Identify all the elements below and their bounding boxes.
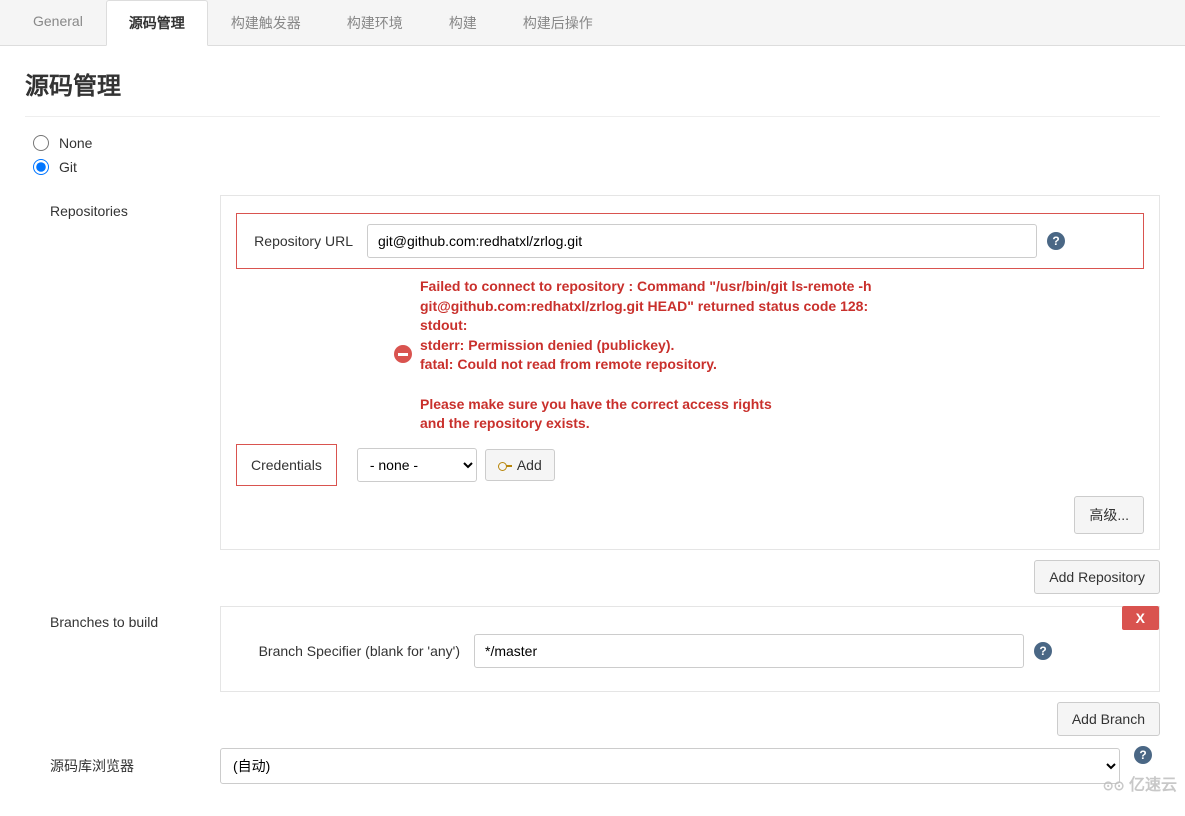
add-repository-button[interactable]: Add Repository <box>1034 560 1160 594</box>
add-branch-button[interactable]: Add Branch <box>1057 702 1160 736</box>
credentials-label: Credentials <box>251 457 322 473</box>
branch-specifier-input[interactable] <box>474 634 1024 668</box>
credentials-select[interactable]: - none - <box>357 448 477 482</box>
watermark: ⊙⊙ 亿速云 <box>1103 771 1177 795</box>
repositories-label: Repositories <box>50 195 220 219</box>
help-icon[interactable]: ? <box>1047 232 1065 250</box>
tab-build-env[interactable]: 构建环境 <box>324 0 426 46</box>
tab-build[interactable]: 构建 <box>426 0 500 46</box>
scm-git-label: Git <box>59 159 77 175</box>
tab-general[interactable]: General <box>10 0 106 46</box>
section-title: 源码管理 <box>25 66 1160 117</box>
scm-none-label: None <box>59 135 92 151</box>
branch-specifier-label: Branch Specifier (blank for 'any') <box>236 643 474 659</box>
key-icon <box>498 461 512 469</box>
advanced-button[interactable]: 高级... <box>1074 496 1144 534</box>
help-icon[interactable]: ? <box>1034 642 1052 660</box>
repo-browser-select[interactable]: (自动) <box>220 748 1120 784</box>
error-message: Failed to connect to repository : Comman… <box>420 277 1094 434</box>
repository-block: Repository URL ? Failed to connect to re… <box>220 195 1160 550</box>
config-tabs: General 源码管理 构建触发器 构建环境 构建 构建后操作 <box>0 0 1185 46</box>
scm-none-radio[interactable] <box>33 135 49 151</box>
branches-label: Branches to build <box>50 606 220 630</box>
tab-scm[interactable]: 源码管理 <box>106 0 208 46</box>
scm-git-radio[interactable] <box>33 159 49 175</box>
error-icon <box>394 345 412 363</box>
repo-browser-label: 源码库浏览器 <box>50 748 220 776</box>
repo-url-input[interactable] <box>367 224 1037 258</box>
repo-url-label: Repository URL <box>243 233 367 249</box>
credentials-add-button[interactable]: Add <box>485 449 555 481</box>
help-icon[interactable]: ? <box>1134 746 1152 764</box>
tab-triggers[interactable]: 构建触发器 <box>208 0 324 46</box>
delete-branch-button[interactable]: X <box>1122 606 1159 630</box>
branch-block: X Branch Specifier (blank for 'any') ? <box>220 606 1160 692</box>
tab-post-build[interactable]: 构建后操作 <box>500 0 616 46</box>
